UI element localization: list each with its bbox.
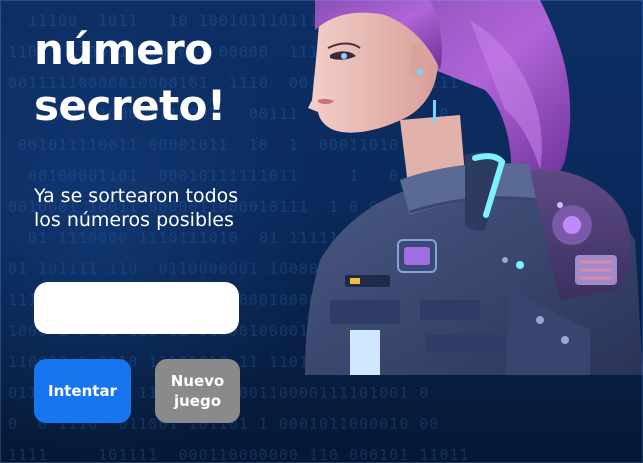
astronaut-girl-illustration — [290, 0, 643, 375]
try-button[interactable]: Intentar — [34, 359, 131, 423]
game-title: número secreto! — [34, 25, 226, 130]
new-game-button[interactable]: Nuevo juego — [155, 359, 240, 423]
number-input[interactable] — [34, 282, 239, 334]
game-message: Ya se sortearon todos los números posibl… — [34, 185, 239, 231]
game-container: 11100 1011 10 10010111011100 1001 010111… — [0, 0, 643, 463]
